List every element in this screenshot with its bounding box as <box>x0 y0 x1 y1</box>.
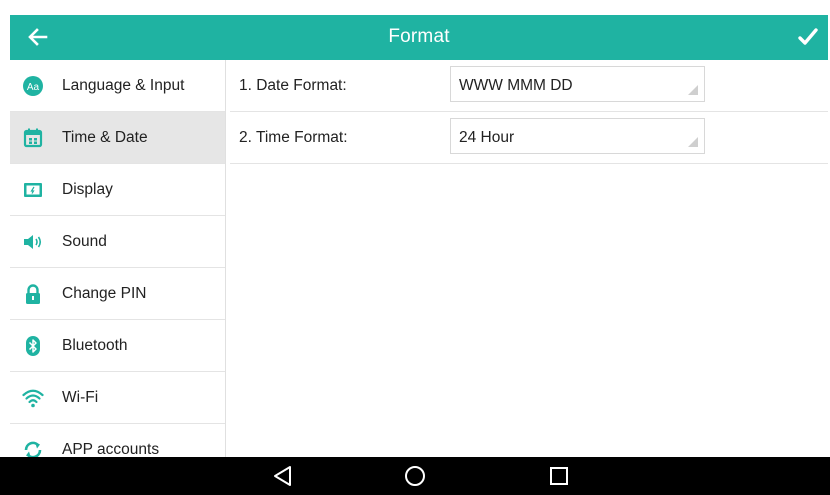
date-format-label: 1. Date Format: <box>239 77 347 94</box>
date-format-select[interactable]: WWW MMM DD <box>450 66 705 102</box>
back-triangle-icon[interactable] <box>270 464 296 488</box>
sidebar-item-time-date[interactable]: Time & Date <box>10 112 225 164</box>
sidebar-item-language-input[interactable]: Aa Language & Input <box>10 60 225 112</box>
speaker-icon <box>22 231 44 253</box>
sidebar-item-label: Language & Input <box>62 76 185 94</box>
svg-text:Aa: Aa <box>27 82 40 93</box>
sidebar-item-change-pin[interactable]: Change PIN <box>10 268 225 320</box>
sidebar-item-label: Change PIN <box>62 284 147 302</box>
sidebar-item-sound[interactable]: Sound <box>10 216 225 268</box>
sync-icon <box>22 439 44 457</box>
calendar-icon <box>22 127 44 149</box>
screen: Format Aa Language & Input Time & Date D… <box>0 0 830 495</box>
page-title: Format <box>388 26 450 47</box>
dropdown-corner-icon <box>688 85 698 95</box>
sidebar-item-bluetooth[interactable]: Bluetooth <box>10 320 225 372</box>
sidebar-item-label: Sound <box>62 232 107 250</box>
dropdown-corner-icon <box>688 137 698 147</box>
date-format-row: 1. Date Format: WWW MMM DD <box>230 60 828 112</box>
time-format-select[interactable]: 24 Hour <box>450 118 705 154</box>
wifi-icon <box>22 387 44 409</box>
time-format-label: 2. Time Format: <box>239 129 348 146</box>
sidebar-item-display[interactable]: Display <box>10 164 225 216</box>
sidebar-item-label: Display <box>62 180 113 198</box>
display-icon <box>22 179 44 201</box>
sidebar-item-label: Time & Date <box>62 128 148 146</box>
bluetooth-icon <box>22 335 44 357</box>
time-format-row: 2. Time Format: 24 Hour <box>230 112 828 164</box>
format-settings-panel: 1. Date Format: WWW MMM DD 2. Time Forma… <box>226 60 828 457</box>
sidebar-item-label: Wi-Fi <box>62 388 99 406</box>
sidebar-item-wifi[interactable]: Wi-Fi <box>10 372 225 424</box>
language-icon: Aa <box>22 75 44 97</box>
time-format-value: 24 Hour <box>459 129 515 146</box>
lock-icon <box>22 283 44 305</box>
sidebar-item-app-accounts[interactable]: APP accounts <box>10 424 225 457</box>
recents-square-icon[interactable] <box>546 464 572 488</box>
title-bar: Format <box>10 15 828 60</box>
settings-sidebar: Aa Language & Input Time & Date Display … <box>10 60 226 457</box>
checkmark-icon[interactable] <box>794 23 822 51</box>
home-circle-icon[interactable] <box>402 464 428 488</box>
date-format-value: WWW MMM DD <box>459 77 573 94</box>
sidebar-item-label: Bluetooth <box>62 336 128 354</box>
navigation-bar <box>0 457 830 495</box>
sidebar-item-label: APP accounts <box>62 440 160 458</box>
